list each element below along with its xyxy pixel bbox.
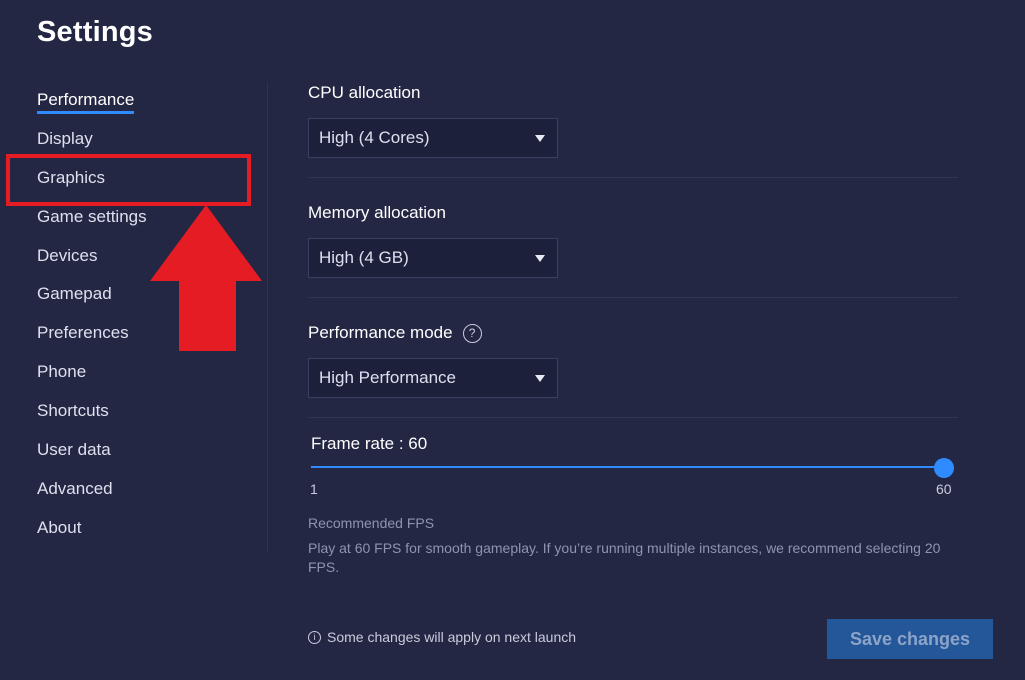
section-divider — [308, 177, 958, 178]
sidebar-item-label: Preferences — [37, 323, 129, 343]
recommended-fps-text: Play at 60 FPS for smooth gameplay. If y… — [308, 540, 941, 575]
section-divider — [308, 417, 958, 418]
memory-allocation-label: Memory allocation — [308, 203, 446, 222]
performance-mode-value: High Performance — [319, 368, 457, 387]
sidebar-item-label: About — [37, 517, 82, 537]
sidebar-item-label: Display — [37, 128, 93, 148]
sidebar-item-label: Performance — [37, 89, 135, 114]
info-icon: i — [308, 630, 321, 644]
sidebar-item-label: User data — [37, 440, 111, 460]
annotation-highlight-box — [6, 154, 251, 206]
cpu-allocation-value: High (4 Cores) — [319, 128, 430, 147]
performance-mode-label: Performance mode — [308, 323, 453, 342]
sidebar-item-label: Phone — [37, 362, 87, 382]
sidebar-item-phone[interactable]: Phone — [37, 360, 237, 399]
sidebar-item-shortcuts[interactable]: Shortcuts — [37, 399, 237, 438]
sidebar-item-label: Gamepad — [37, 284, 112, 304]
slider-min-label: 1 — [310, 481, 318, 497]
cpu-allocation-select[interactable]: High (4 Cores) — [308, 118, 558, 158]
chevron-down-icon — [535, 374, 545, 382]
sidebar-item-label: Game settings — [37, 206, 147, 226]
cpu-allocation-label: CPU allocation — [308, 83, 421, 102]
sidebar-item-advanced[interactable]: Advanced — [37, 477, 237, 516]
frame-rate-label: Frame rate : 60 — [311, 434, 428, 453]
help-icon[interactable]: ? — [462, 323, 482, 343]
restart-note: i Some changes will apply on next launch — [308, 629, 576, 645]
sidebar-item-about[interactable]: About — [37, 516, 237, 555]
performance-mode-row: Performance mode ? — [308, 320, 958, 346]
performance-mode-select[interactable]: High Performance — [308, 358, 558, 398]
annotation-arrow-icon — [150, 205, 262, 351]
sidebar-item-label: Advanced — [37, 478, 113, 498]
chevron-down-icon — [535, 254, 545, 262]
sidebar-item-label: Shortcuts — [37, 401, 109, 421]
sidebar-item-label: Devices — [37, 245, 98, 265]
memory-allocation-value: High (4 GB) — [319, 248, 409, 267]
sidebar-item-user-data[interactable]: User data — [37, 438, 237, 477]
memory-allocation-select[interactable]: High (4 GB) — [308, 238, 558, 278]
restart-note-text: Some changes will apply on next launch — [327, 629, 577, 645]
frame-rate-slider-thumb[interactable] — [934, 458, 954, 478]
section-divider — [308, 297, 958, 298]
save-changes-button[interactable]: Save changes — [827, 619, 993, 659]
slider-max-label: 60 — [936, 481, 952, 497]
page-title: Settings — [37, 16, 153, 48]
sidebar-item-performance[interactable]: Performance — [37, 88, 237, 127]
sidebar-divider — [267, 82, 268, 552]
chevron-down-icon — [535, 134, 545, 142]
recommended-fps-title: Recommended FPS — [308, 515, 435, 531]
frame-rate-slider-track[interactable] — [311, 466, 944, 468]
performance-panel: CPU allocation High (4 Cores) Memory all… — [308, 80, 958, 440]
